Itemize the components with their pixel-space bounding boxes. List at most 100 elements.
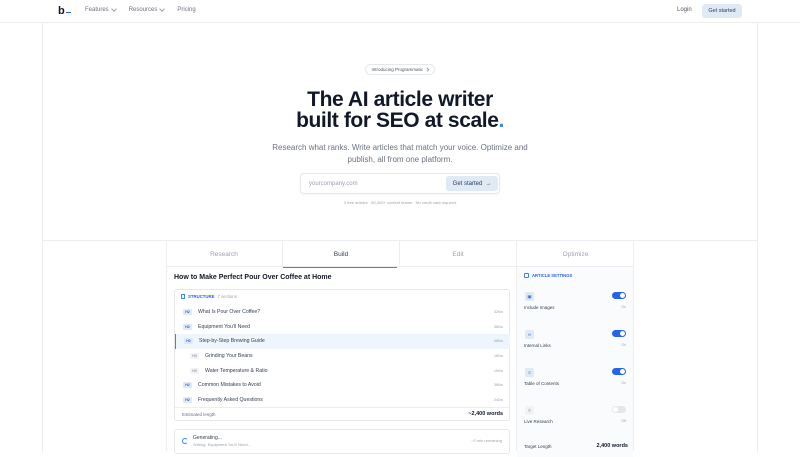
outline-item-text: What Is Pour Over Coffee? [198, 309, 261, 316]
panel-border-right [633, 241, 634, 451]
announcement-pill[interactable]: Introducing Programmatic [365, 64, 435, 75]
structure-label: STRUCTURE [188, 294, 215, 299]
logo-underscore [65, 11, 71, 13]
outline-item-text: Equipment You'll Need [198, 323, 251, 330]
list-icon: ≡ [525, 368, 534, 377]
outline-item[interactable]: H2 What Is Pour Over Coffee? 320w [175, 305, 510, 320]
tab-build[interactable]: Build [283, 241, 400, 268]
domain-input[interactable] [309, 178, 439, 190]
fine-print: 3 free articles · 80,000+ content teams … [343, 200, 457, 205]
generating-label: Generating... [193, 435, 222, 441]
link-icon: ∞ [525, 330, 534, 339]
image-icon: ▣ [525, 292, 534, 301]
outline-item[interactable]: H2 Frequently Asked Questions 240w [175, 393, 510, 408]
outline-item[interactable]: H2 Common Mistakes to Avoid 360w [175, 378, 510, 393]
hero-get-started-label: Get started [452, 180, 483, 187]
setting-label: Live Research [524, 419, 553, 424]
document-icon [181, 294, 185, 299]
nav-resources[interactable]: Resources [128, 6, 166, 13]
nav-features-label: Features [85, 7, 109, 13]
brand-logo[interactable]: b [58, 5, 71, 17]
hero-title-dot: . [498, 109, 504, 132]
setting-row: ∞ Internal Links On [517, 330, 633, 366]
hero-subtitle-line2: publish, all from one platform. [347, 155, 453, 164]
outline-item-wordcount: 240w [493, 397, 503, 402]
login-link[interactable]: Login [677, 7, 692, 13]
heading-level-badge: H2 [183, 396, 192, 403]
target-length-label: Target Length [524, 444, 552, 449]
setting-label: Include Images [524, 305, 555, 310]
chevron-right-icon [425, 67, 430, 72]
setting-row: ≡ Table of Contents On [517, 368, 633, 404]
outline-item[interactable]: H2 Equipment You'll Need 380w [175, 320, 510, 335]
signup-form: Get started→ [300, 173, 500, 194]
estimated-length-row: Estimated length ~2,400 words [175, 407, 510, 421]
announcement-text: Introducing Programmatic [371, 67, 424, 72]
heading-level-badge: H3 [190, 353, 199, 360]
settings-header: ARTICLE SETTINGS [524, 273, 572, 278]
outline-item-wordcount: 160w [493, 368, 503, 373]
outline-item[interactable]: H3 Water Temperature & Ratio 160w [175, 363, 510, 378]
brand-logo-text: b [58, 5, 65, 17]
flask-icon: ⚲ [525, 406, 534, 415]
setting-toggle[interactable] [612, 330, 626, 337]
setting-label: Internal Links [524, 343, 551, 348]
top-nav: b Features Resources Pricing Login Get s… [0, 0, 800, 23]
heading-level-badge: H2 [183, 382, 192, 389]
estimated-length-value: ~2,400 words [468, 411, 503, 417]
hero-title-line2: built for SEO at scale. [0, 110, 800, 132]
settings-header-label: ARTICLE SETTINGS [532, 273, 573, 278]
article-title: How to Make Perfect Pour Over Coffee at … [174, 274, 332, 281]
nav-get-started-button[interactable]: Get started [702, 4, 742, 18]
setting-row: ▣ Include Images On [517, 292, 633, 328]
settings-icon [524, 273, 529, 278]
outline-item-text: Frequently Asked Questions [198, 396, 263, 403]
heading-level-badge: H2 [184, 338, 193, 345]
arrow-right-icon: → [485, 180, 492, 187]
panel-border-left [166, 241, 167, 451]
outline-item-text: Common Mistakes to Avoid [198, 382, 261, 389]
heading-level-badge: H2 [183, 323, 192, 330]
outline-item-wordcount: 360w [493, 383, 503, 388]
nav-features[interactable]: Features [85, 6, 117, 13]
structure-panel: STRUCTURE 7 sections H2 What Is Pour Over… [174, 289, 510, 421]
outline-item[interactable]: H3 Grinding Your Beans 180w [175, 349, 510, 364]
chevron-down-icon [110, 6, 117, 12]
tab-research[interactable]: Research [166, 241, 283, 267]
workflow-tabs: Research Build Edit Optimize [166, 241, 634, 268]
hero-subtitle-line1: Research what ranks. Write articles that… [272, 143, 528, 152]
spinner-icon [182, 438, 188, 444]
outline-item-wordcount: 320w [493, 310, 503, 315]
outline-item-wordcount: 480w [493, 339, 503, 344]
heading-level-badge: H3 [190, 367, 199, 374]
chevron-down-icon [159, 6, 166, 12]
nav-links: Features Resources Pricing [85, 6, 196, 13]
setting-state: On [621, 305, 626, 309]
hero-title-text: built for SEO at scale [296, 109, 499, 132]
setting-state: Off [621, 419, 626, 423]
outline-item-text: Water Temperature & Ratio [205, 367, 268, 374]
generating-detail: Writing: Equipment You'll Need... [193, 442, 252, 447]
article-settings-panel: ARTICLE SETTINGS ▣ Include Images On ∞ Inter… [517, 267, 633, 457]
tab-optimize[interactable]: Optimize [517, 241, 634, 267]
time-remaining: ~2 min remaining [471, 438, 502, 443]
structure-header: STRUCTURE 7 sections [181, 294, 237, 299]
nav-pricing[interactable]: Pricing [177, 7, 195, 13]
structure-count: 7 sections [217, 294, 237, 299]
nav-resources-label: Resources [128, 7, 158, 13]
heading-level-badge: H2 [183, 309, 192, 316]
nav-pricing-label: Pricing [177, 7, 196, 13]
outline-item-wordcount: 380w [493, 324, 503, 329]
setting-state: On [621, 381, 626, 385]
outline-item-wordcount: 180w [493, 354, 503, 359]
setting-toggle[interactable] [612, 406, 626, 413]
hero-title-line1: The AI article writer [307, 88, 493, 111]
generating-status: Generating... Writing: Equipment You'll … [174, 429, 510, 454]
tab-edit[interactable]: Edit [400, 241, 517, 267]
hero-get-started-button[interactable]: Get started → [446, 176, 498, 191]
setting-toggle[interactable] [612, 368, 626, 375]
outline-item-text: Grinding Your Beans [205, 353, 253, 360]
outline-item[interactable]: H2 Step-by-Step Brewing Guide 480w [175, 334, 510, 349]
target-length-row: Target Length 2,400 words [524, 443, 628, 449]
setting-toggle[interactable] [612, 292, 626, 299]
